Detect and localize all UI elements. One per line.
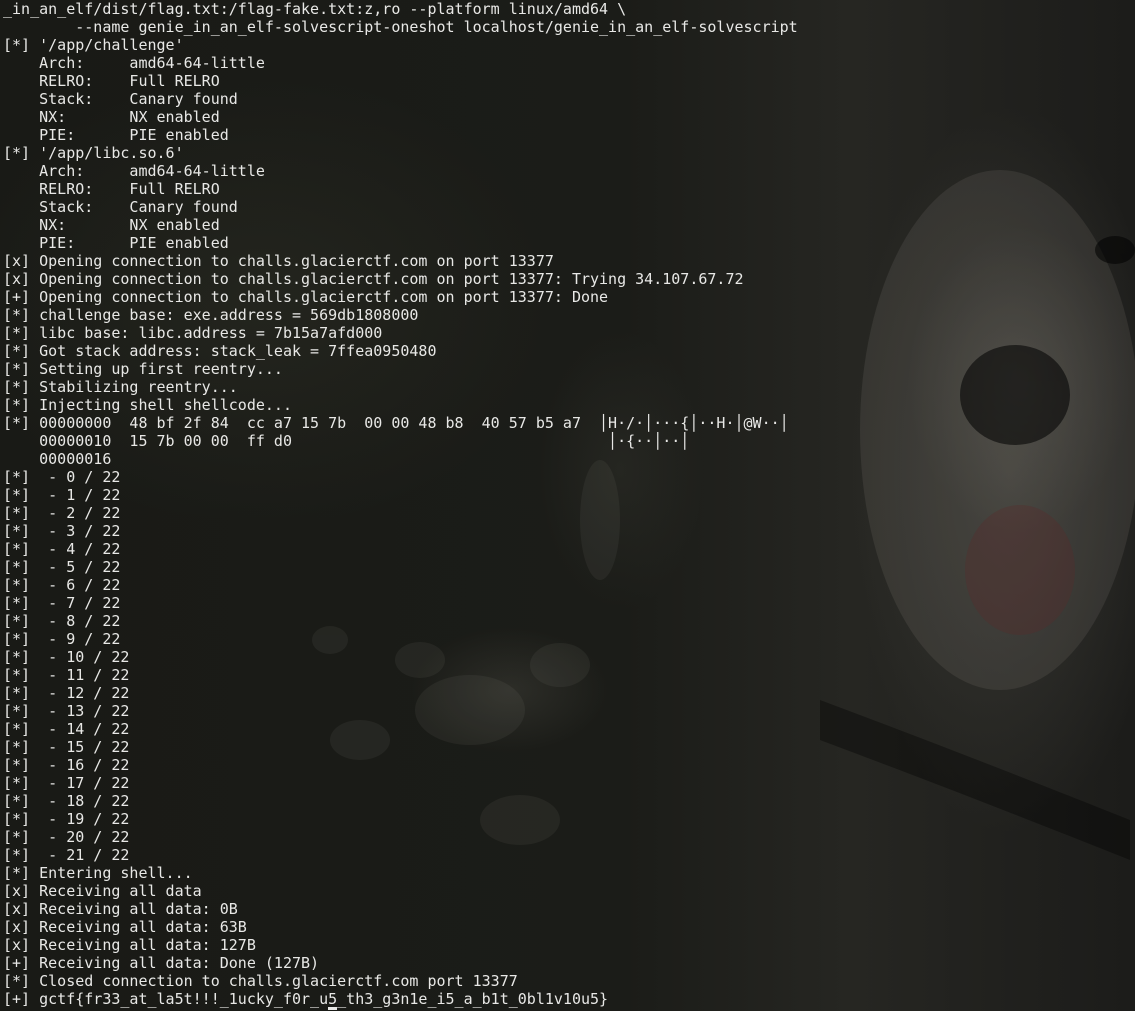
terminal-line: [*] - 18 / 22 (3, 792, 130, 810)
terminal-line: [*] Injecting shell shellcode... (3, 396, 292, 414)
terminal-line: NX: NX enabled (3, 108, 220, 126)
terminal-line: [*] - 13 / 22 (3, 702, 130, 720)
terminal-line: NX: NX enabled (3, 216, 220, 234)
terminal-line: 00000016 (3, 450, 112, 468)
terminal-line: Arch: amd64-64-little (3, 54, 265, 72)
terminal-line: [*] - 20 / 22 (3, 828, 130, 846)
terminal-line: [*] - 17 / 22 (3, 774, 130, 792)
terminal-line: PIE: PIE enabled (3, 234, 229, 252)
terminal-output: _in_an_elf/dist/flag.txt:/flag-fake.txt:… (3, 0, 798, 1008)
terminal-line: [*] '/app/libc.so.6' (3, 144, 184, 162)
terminal-line: [*] - 4 / 22 (3, 540, 121, 558)
terminal-line: [*] - 12 / 22 (3, 684, 130, 702)
terminal-line: [x] Receiving all data: 0B (3, 900, 238, 918)
terminal-line: [*] - 21 / 22 (3, 846, 130, 864)
terminal-line: RELRO: Full RELRO (3, 72, 220, 90)
terminal-line: [*] libc base: libc.address = 7b15a7afd0… (3, 324, 383, 342)
terminal-line: [*] Closed connection to challs.glacierc… (3, 972, 518, 990)
terminal-line: [+] Opening connection to challs.glacier… (3, 288, 609, 306)
terminal-line: [*] - 14 / 22 (3, 720, 130, 738)
terminal-line: [x] Opening connection to challs.glacier… (3, 270, 744, 288)
terminal-line: [*] - 1 / 22 (3, 486, 121, 504)
terminal-line: [x] Receiving all data: 127B (3, 936, 256, 954)
terminal-line: [*] 00000000 48 bf 2f 84 cc a7 15 7b 00 … (3, 414, 789, 432)
terminal-line: [*] - 7 / 22 (3, 594, 121, 612)
terminal-line: [*] - 6 / 22 (3, 576, 121, 594)
terminal-line: Stack: Canary found (3, 198, 238, 216)
terminal-line: [*] - 3 / 22 (3, 522, 121, 540)
terminal-line: [x] Opening connection to challs.glacier… (3, 252, 554, 270)
terminal-line: [+] gctf{fr33_at_la5t!!!_1ucky_f0r_u5_th… (3, 990, 609, 1008)
terminal-line: _in_an_elf/dist/flag.txt:/flag-fake.txt:… (3, 0, 627, 18)
terminal-line: [x] Receiving all data: 63B (3, 918, 247, 936)
terminal-line: Stack: Canary found (3, 90, 238, 108)
terminal-line: [*] - 9 / 22 (3, 630, 121, 648)
terminal-line: RELRO: Full RELRO (3, 180, 220, 198)
terminal-line: [+] Receiving all data: Done (127B) (3, 954, 320, 972)
terminal-line: [*] Entering shell... (3, 864, 193, 882)
terminal-line: [*] - 8 / 22 (3, 612, 121, 630)
terminal-line: [*] - 10 / 22 (3, 648, 130, 666)
terminal-line: --name genie_in_an_elf-solvescript-onesh… (3, 18, 798, 36)
terminal-line: [*] - 2 / 22 (3, 504, 121, 522)
terminal-line: [*] '/app/challenge' (3, 36, 184, 54)
terminal-line: [*] Got stack address: stack_leak = 7ffe… (3, 342, 437, 360)
terminal-window[interactable]: _in_an_elf/dist/flag.txt:/flag-fake.txt:… (0, 0, 1135, 1011)
text-cursor (328, 1007, 337, 1010)
terminal-line: [*] - 15 / 22 (3, 738, 130, 756)
terminal-line: [*] - 0 / 22 (3, 468, 121, 486)
terminal-line: [*] challenge base: exe.address = 569db1… (3, 306, 419, 324)
terminal-line: [*] - 19 / 22 (3, 810, 130, 828)
terminal-line: [x] Receiving all data (3, 882, 202, 900)
terminal-line: 00000010 15 7b 00 00 ff d0 │·{··│··│ (3, 432, 690, 450)
terminal-line: Arch: amd64-64-little (3, 162, 265, 180)
terminal-line: [*] - 16 / 22 (3, 756, 130, 774)
terminal-line: [*] Setting up first reentry... (3, 360, 283, 378)
terminal-line: [*] - 11 / 22 (3, 666, 130, 684)
terminal-line: [*] - 5 / 22 (3, 558, 121, 576)
terminal-line: [*] Stabilizing reentry... (3, 378, 238, 396)
terminal-line: PIE: PIE enabled (3, 126, 229, 144)
